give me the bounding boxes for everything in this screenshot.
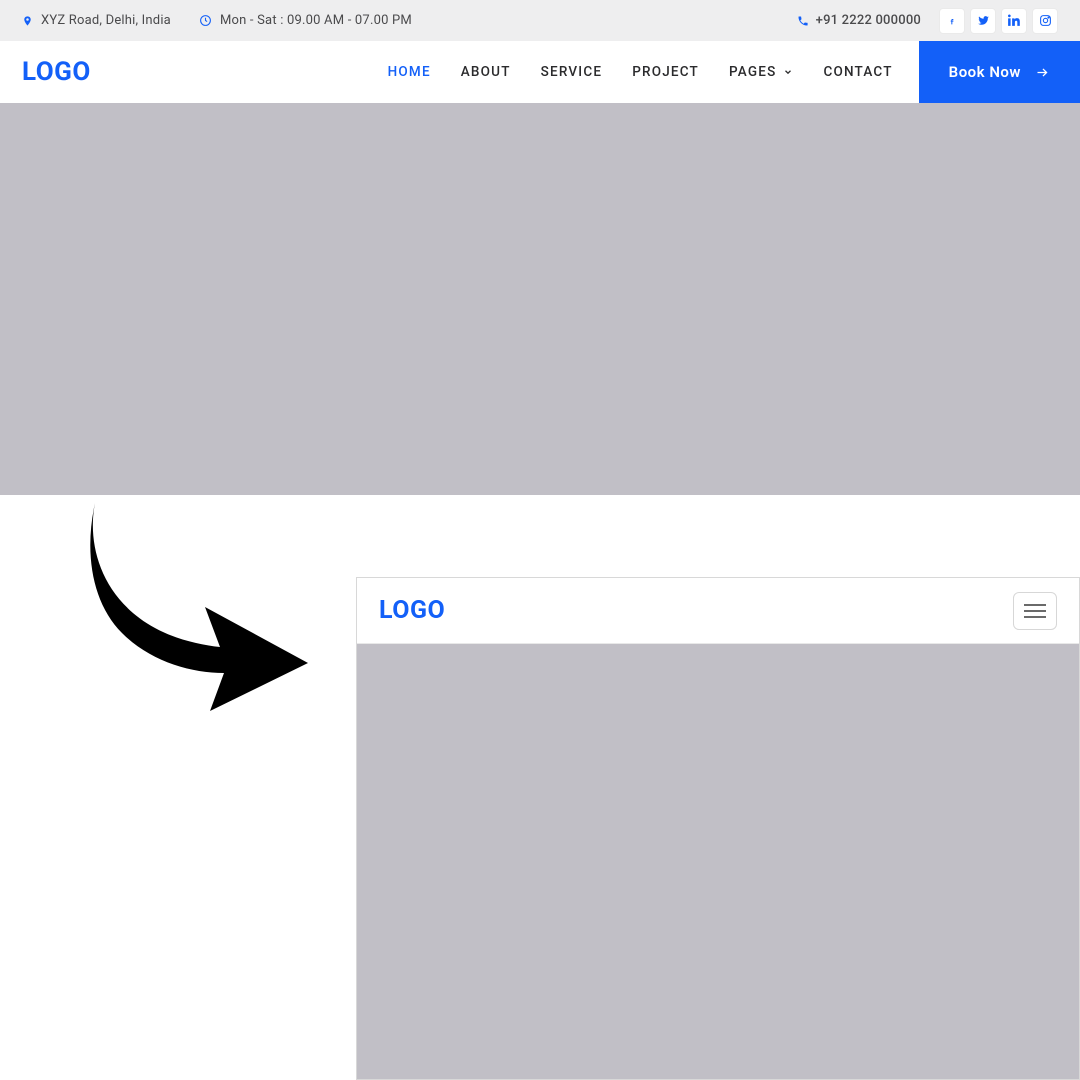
nav-pages[interactable]: PAGES <box>727 64 795 80</box>
phone-icon <box>797 15 809 27</box>
nav-pages-label: PAGES <box>729 64 776 80</box>
nav-links: HOME ABOUT SERVICE PROJECT PAGES CONTACT <box>386 64 895 80</box>
twitter-icon[interactable] <box>970 8 996 34</box>
top-bar-left: XYZ Road, Delhi, India Mon - Sat : 09.00… <box>22 13 430 28</box>
curved-arrow-icon <box>80 503 310 713</box>
hours-text: Mon - Sat : 09.00 AM - 07.00 PM <box>220 13 412 28</box>
address-text: XYZ Road, Delhi, India <box>41 13 171 28</box>
mobile-logo[interactable]: LOGO <box>379 596 445 625</box>
address-item: XYZ Road, Delhi, India <box>22 13 171 28</box>
lower-area: LOGO <box>0 495 1080 1080</box>
nav-service[interactable]: SERVICE <box>539 64 605 80</box>
linkedin-icon[interactable] <box>1001 8 1027 34</box>
nav-bar: LOGO HOME ABOUT SERVICE PROJECT PAGES CO… <box>0 41 1080 103</box>
map-pin-icon <box>22 14 33 28</box>
nav-about[interactable]: ABOUT <box>459 64 513 80</box>
hours-item: Mon - Sat : 09.00 AM - 07.00 PM <box>199 13 412 28</box>
phone-item[interactable]: +91 2222 000000 <box>797 13 921 28</box>
mobile-header: LOGO <box>357 578 1079 644</box>
mobile-hero-placeholder <box>357 644 1079 1079</box>
nav-home[interactable]: HOME <box>386 64 433 80</box>
phone-text: +91 2222 000000 <box>816 13 921 28</box>
top-bar: XYZ Road, Delhi, India Mon - Sat : 09.00… <box>0 0 1080 41</box>
nav-contact[interactable]: CONTACT <box>821 64 894 80</box>
instagram-icon[interactable] <box>1032 8 1058 34</box>
book-now-label: Book Now <box>949 63 1021 81</box>
book-now-button[interactable]: Book Now <box>919 41 1080 103</box>
facebook-icon[interactable] <box>939 8 965 34</box>
hamburger-icon <box>1024 610 1046 612</box>
social-links <box>939 8 1058 34</box>
clock-icon <box>199 14 212 27</box>
hamburger-menu-button[interactable] <box>1013 592 1057 630</box>
site-logo[interactable]: LOGO <box>22 57 91 87</box>
arrow-right-icon <box>1035 65 1050 80</box>
nav-project[interactable]: PROJECT <box>630 64 701 80</box>
mobile-preview-frame: LOGO <box>356 577 1080 1080</box>
chevron-down-icon <box>783 67 793 77</box>
hero-placeholder <box>0 103 1080 495</box>
